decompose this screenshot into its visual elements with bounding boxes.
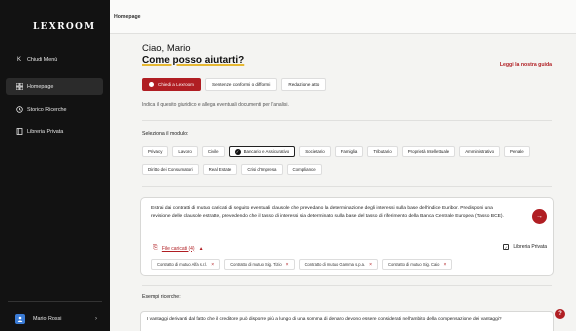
user-name: Mario Rossi <box>33 316 62 322</box>
main-content: Ciao, Mario Come posso aiutarti? Leggi l… <box>110 34 576 331</box>
module-chip[interactable]: Penale <box>504 146 530 157</box>
sidebar-divider <box>8 301 102 302</box>
module-chip[interactable]: Civile <box>201 146 225 157</box>
sidebar-item-libreria-privata[interactable]: Libreria Privata <box>6 123 103 140</box>
module-chip[interactable]: Famiglia <box>334 146 364 157</box>
tab-redazione-atto[interactable]: Redazione atto <box>281 78 327 91</box>
sidebar-item-label: Homepage <box>27 83 54 90</box>
close-icon[interactable]: × <box>369 262 372 268</box>
intro-text: Indica il quesito giuridico e allega eve… <box>142 102 289 108</box>
module-title: Seleziona il modulo: <box>142 131 189 137</box>
file-name: Contratto di mutuo Alfa s.r.l. <box>157 262 208 267</box>
module-chip[interactable]: Societario <box>299 146 331 157</box>
sidebar-item-label: Storico Ricerche <box>27 106 67 113</box>
tab-chiedi-a-lexroom[interactable]: Chiedi a Lexroom <box>142 78 202 91</box>
send-button[interactable]: → <box>532 209 547 224</box>
module-chip-label: Bancario e Assicurativo <box>243 149 290 154</box>
mode-tabs: Chiedi a Lexroom Sentenze conformi o dif… <box>142 78 327 91</box>
module-chip[interactable]: Privacy <box>142 146 169 157</box>
module-chip[interactable]: Diritto dei Consumatori <box>142 164 199 175</box>
uploaded-files-toggle[interactable]: ⎘ File caricati (4) ▲ <box>153 245 204 252</box>
divider <box>142 186 552 187</box>
files-label: File caricati (4) <box>161 245 195 252</box>
private-library-label: Libreria Privata <box>513 244 547 250</box>
arrow-right-icon: → <box>536 213 543 220</box>
query-box: Estrai dai contratti di mutuo caricati d… <box>140 197 554 276</box>
checkbox-icon: ✓ <box>503 244 510 250</box>
paperclip-icon: ⎘ <box>153 245 158 251</box>
collapse-icon: K <box>16 56 21 63</box>
file-name: Contratto di mutuo Sig. Tizio <box>230 262 282 267</box>
query-input[interactable]: Estrai dai contratti di mutuo caricati d… <box>151 205 511 220</box>
file-chips: Contratto di mutuo Alfa s.r.l. × Contrat… <box>151 259 453 270</box>
sidebar-item-homepage[interactable]: Homepage <box>6 78 103 95</box>
module-chip-selected[interactable]: ✓ Bancario e Assicurativo <box>228 146 296 157</box>
divider <box>142 120 552 121</box>
history-icon <box>15 106 23 114</box>
sidebar-item-storico-ricerche[interactable]: Storico Ricerche <box>6 101 103 118</box>
tab-label: Redazione atto <box>288 82 320 87</box>
check-icon: ✓ <box>234 148 241 155</box>
app-root: LEXROOM K Chiudi Menù Homepage Storico R… <box>0 0 576 331</box>
page-title: Come posso aiutarti? <box>142 55 245 66</box>
help-button[interactable]: ? <box>555 309 565 319</box>
file-name: Contratto di mutuo Sig. Caio <box>388 262 440 267</box>
module-chip[interactable]: Crisi d'Impresa <box>241 164 283 175</box>
avatar <box>15 314 25 324</box>
file-chip: Contratto di mutuo Sig. Caio × <box>382 259 453 270</box>
sidebar: LEXROOM K Chiudi Menù Homepage Storico R… <box>0 0 110 331</box>
logo: LEXROOM <box>33 22 96 32</box>
tab-label: Sentenze conformi o difformi <box>212 82 271 87</box>
chevron-right-icon: › <box>95 316 97 322</box>
module-chip[interactable]: Tributario <box>367 146 398 157</box>
tab-sentenze[interactable]: Sentenze conformi o difformi <box>205 78 278 91</box>
collapse-menu-label: Chiudi Menù <box>27 56 58 63</box>
close-icon[interactable]: × <box>211 262 214 268</box>
tab-label: Chiedi a Lexroom <box>158 82 195 87</box>
examples-title: Esempi ricerche: <box>142 294 181 300</box>
file-chip: Contratto di mutuo Gamma s.p.a. × <box>298 259 379 270</box>
file-chip: Contratto di mutuo Alfa s.r.l. × <box>151 259 221 270</box>
guide-link[interactable]: Leggi la nostra guida <box>500 62 552 68</box>
close-icon[interactable]: × <box>286 262 289 268</box>
module-chips-row-1: Privacy Lavoro Civile ✓ Bancario e Assic… <box>142 146 562 157</box>
file-name: Contratto di mutuo Gamma s.p.a. <box>304 262 366 267</box>
greeting: Ciao, Mario <box>142 43 191 54</box>
module-chip[interactable]: Proprietà Intellettuale <box>401 146 456 157</box>
close-icon[interactable]: × <box>443 262 446 268</box>
book-icon <box>15 128 23 136</box>
grid-icon <box>15 83 23 91</box>
chat-icon <box>149 82 154 87</box>
collapse-menu-button[interactable]: K Chiudi Menù <box>6 51 103 68</box>
module-chip[interactable]: Amministrativo <box>459 146 501 157</box>
top-bar: Homepage <box>110 0 576 34</box>
module-chips-row-2: Diritto dei Consumatori Real Estate Cris… <box>142 164 562 175</box>
file-chip: Contratto di mutuo Sig. Tizio × <box>224 259 295 270</box>
divider <box>142 285 552 286</box>
module-chip[interactable]: Compliance <box>286 164 322 175</box>
sidebar-item-label: Libreria Privata <box>27 128 64 135</box>
example-query[interactable]: I vantaggi derivanti dal fatto che il cr… <box>140 311 554 331</box>
module-chip[interactable]: Lavoro <box>172 146 198 157</box>
module-chip[interactable]: Real Estate <box>202 164 238 175</box>
breadcrumb: Homepage <box>114 14 141 20</box>
user-menu[interactable]: Mario Rossi › <box>6 311 103 327</box>
chevron-up-icon: ▲ <box>198 245 204 252</box>
private-library-toggle[interactable]: ✓ Libreria Privata <box>503 244 547 250</box>
